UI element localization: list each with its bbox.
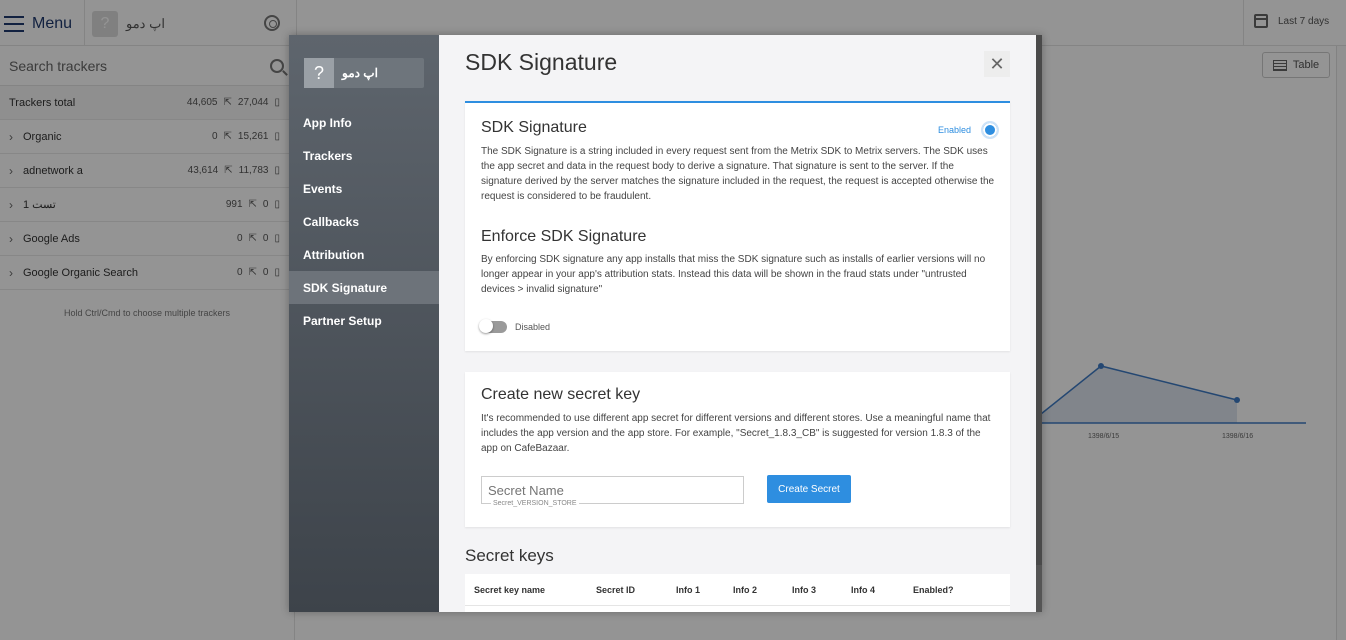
close-button[interactable]: ✕ (984, 51, 1010, 77)
modal-nav: ? اپ دمو App Info Trackers Events Callbacks… (289, 35, 439, 612)
sdk-signature-card: SDK Signature Enabled The SDK Signature … (465, 101, 1010, 351)
modal-scrollbar[interactable] (1036, 35, 1042, 612)
column-header[interactable]: Info 2 (724, 585, 783, 595)
modal-title: SDK Signature (465, 49, 618, 75)
close-icon: ✕ (989, 53, 1005, 74)
sdk-signature-description: The SDK Signature is a string included i… (481, 146, 995, 202)
modal-app-name: اپ دمو (342, 66, 378, 80)
column-header[interactable]: Enabled? (904, 585, 984, 595)
modal-app-chip: ? اپ دمو (304, 58, 424, 88)
enforce-description: By enforcing SDK signature any app insta… (481, 254, 986, 295)
app-icon: ? (304, 58, 334, 88)
column-header[interactable]: Secret ID (587, 585, 667, 595)
nav-item-attribution[interactable]: Attribution (289, 238, 439, 271)
enforce-heading: Enforce SDK Signature (481, 228, 647, 245)
create-secret-description: It's recommended to use different app se… (481, 413, 991, 454)
nav-item-trackers[interactable]: Trackers (289, 139, 439, 172)
secret-keys-heading: Secret keys (465, 546, 554, 565)
nav-item-events[interactable]: Events (289, 172, 439, 205)
create-secret-button[interactable]: Create Secret (767, 475, 851, 503)
toggle-on-icon[interactable] (981, 121, 1000, 139)
column-header[interactable]: Info 1 (667, 585, 724, 595)
secret-name-hint: Secret_VERSION_STORE (491, 500, 579, 507)
modal-nav-list: App Info Trackers Events Callbacks Attributi… (289, 106, 439, 337)
secret-keys-table: Secret key name Secret ID Info 1 Info 2 Info… (465, 574, 1010, 612)
settings-modal: ? اپ دمو App Info Trackers Events Callbacks… (289, 35, 1042, 612)
modal-content: SDK Signature ✕ SDK Signature Enabled Th… (439, 35, 1042, 612)
create-secret-heading: Create new secret key (481, 386, 641, 403)
column-header[interactable]: Info 4 (842, 585, 904, 595)
sdk-signature-toggle[interactable]: Enabled (938, 121, 1000, 139)
nav-item-sdk-signature[interactable]: SDK Signature (289, 271, 439, 304)
enforce-status: Disabled (515, 322, 551, 332)
secret-keys-header: Secret key name Secret ID Info 1 Info 2 Info… (465, 574, 1010, 606)
modal-scrollbar-thumb[interactable] (1036, 35, 1042, 565)
column-header[interactable]: Info 3 (783, 585, 842, 595)
column-header[interactable]: Secret key name (465, 585, 587, 595)
nav-item-app-info[interactable]: App Info (289, 106, 439, 139)
nav-item-callbacks[interactable]: Callbacks (289, 205, 439, 238)
toggle-off-icon[interactable] (479, 319, 507, 333)
enforce-toggle[interactable]: Disabled (479, 319, 551, 333)
nav-item-partner-setup[interactable]: Partner Setup (289, 304, 439, 337)
sdk-signature-heading: SDK Signature (481, 119, 587, 136)
create-secret-card: Create new secret key It's recommended t… (465, 372, 1010, 527)
sdk-signature-status: Enabled (938, 125, 972, 135)
